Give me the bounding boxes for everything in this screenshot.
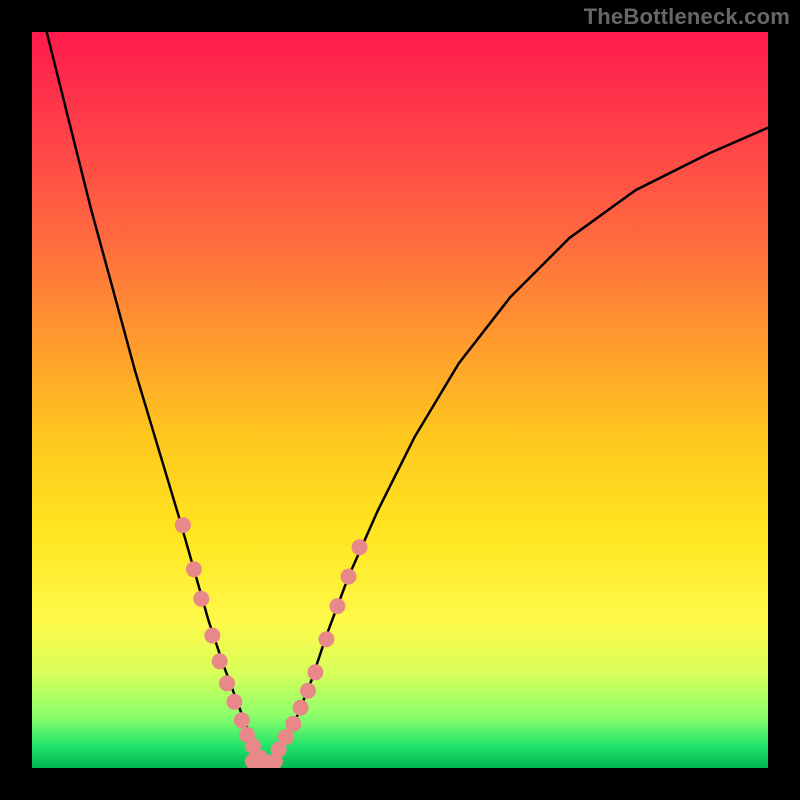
watermark-text: TheBottleneck.com	[584, 4, 790, 30]
chart-svg	[32, 32, 768, 768]
bottleneck-curve	[47, 32, 768, 763]
scatter-markers	[175, 517, 368, 768]
chart-frame: TheBottleneck.com	[0, 0, 800, 800]
